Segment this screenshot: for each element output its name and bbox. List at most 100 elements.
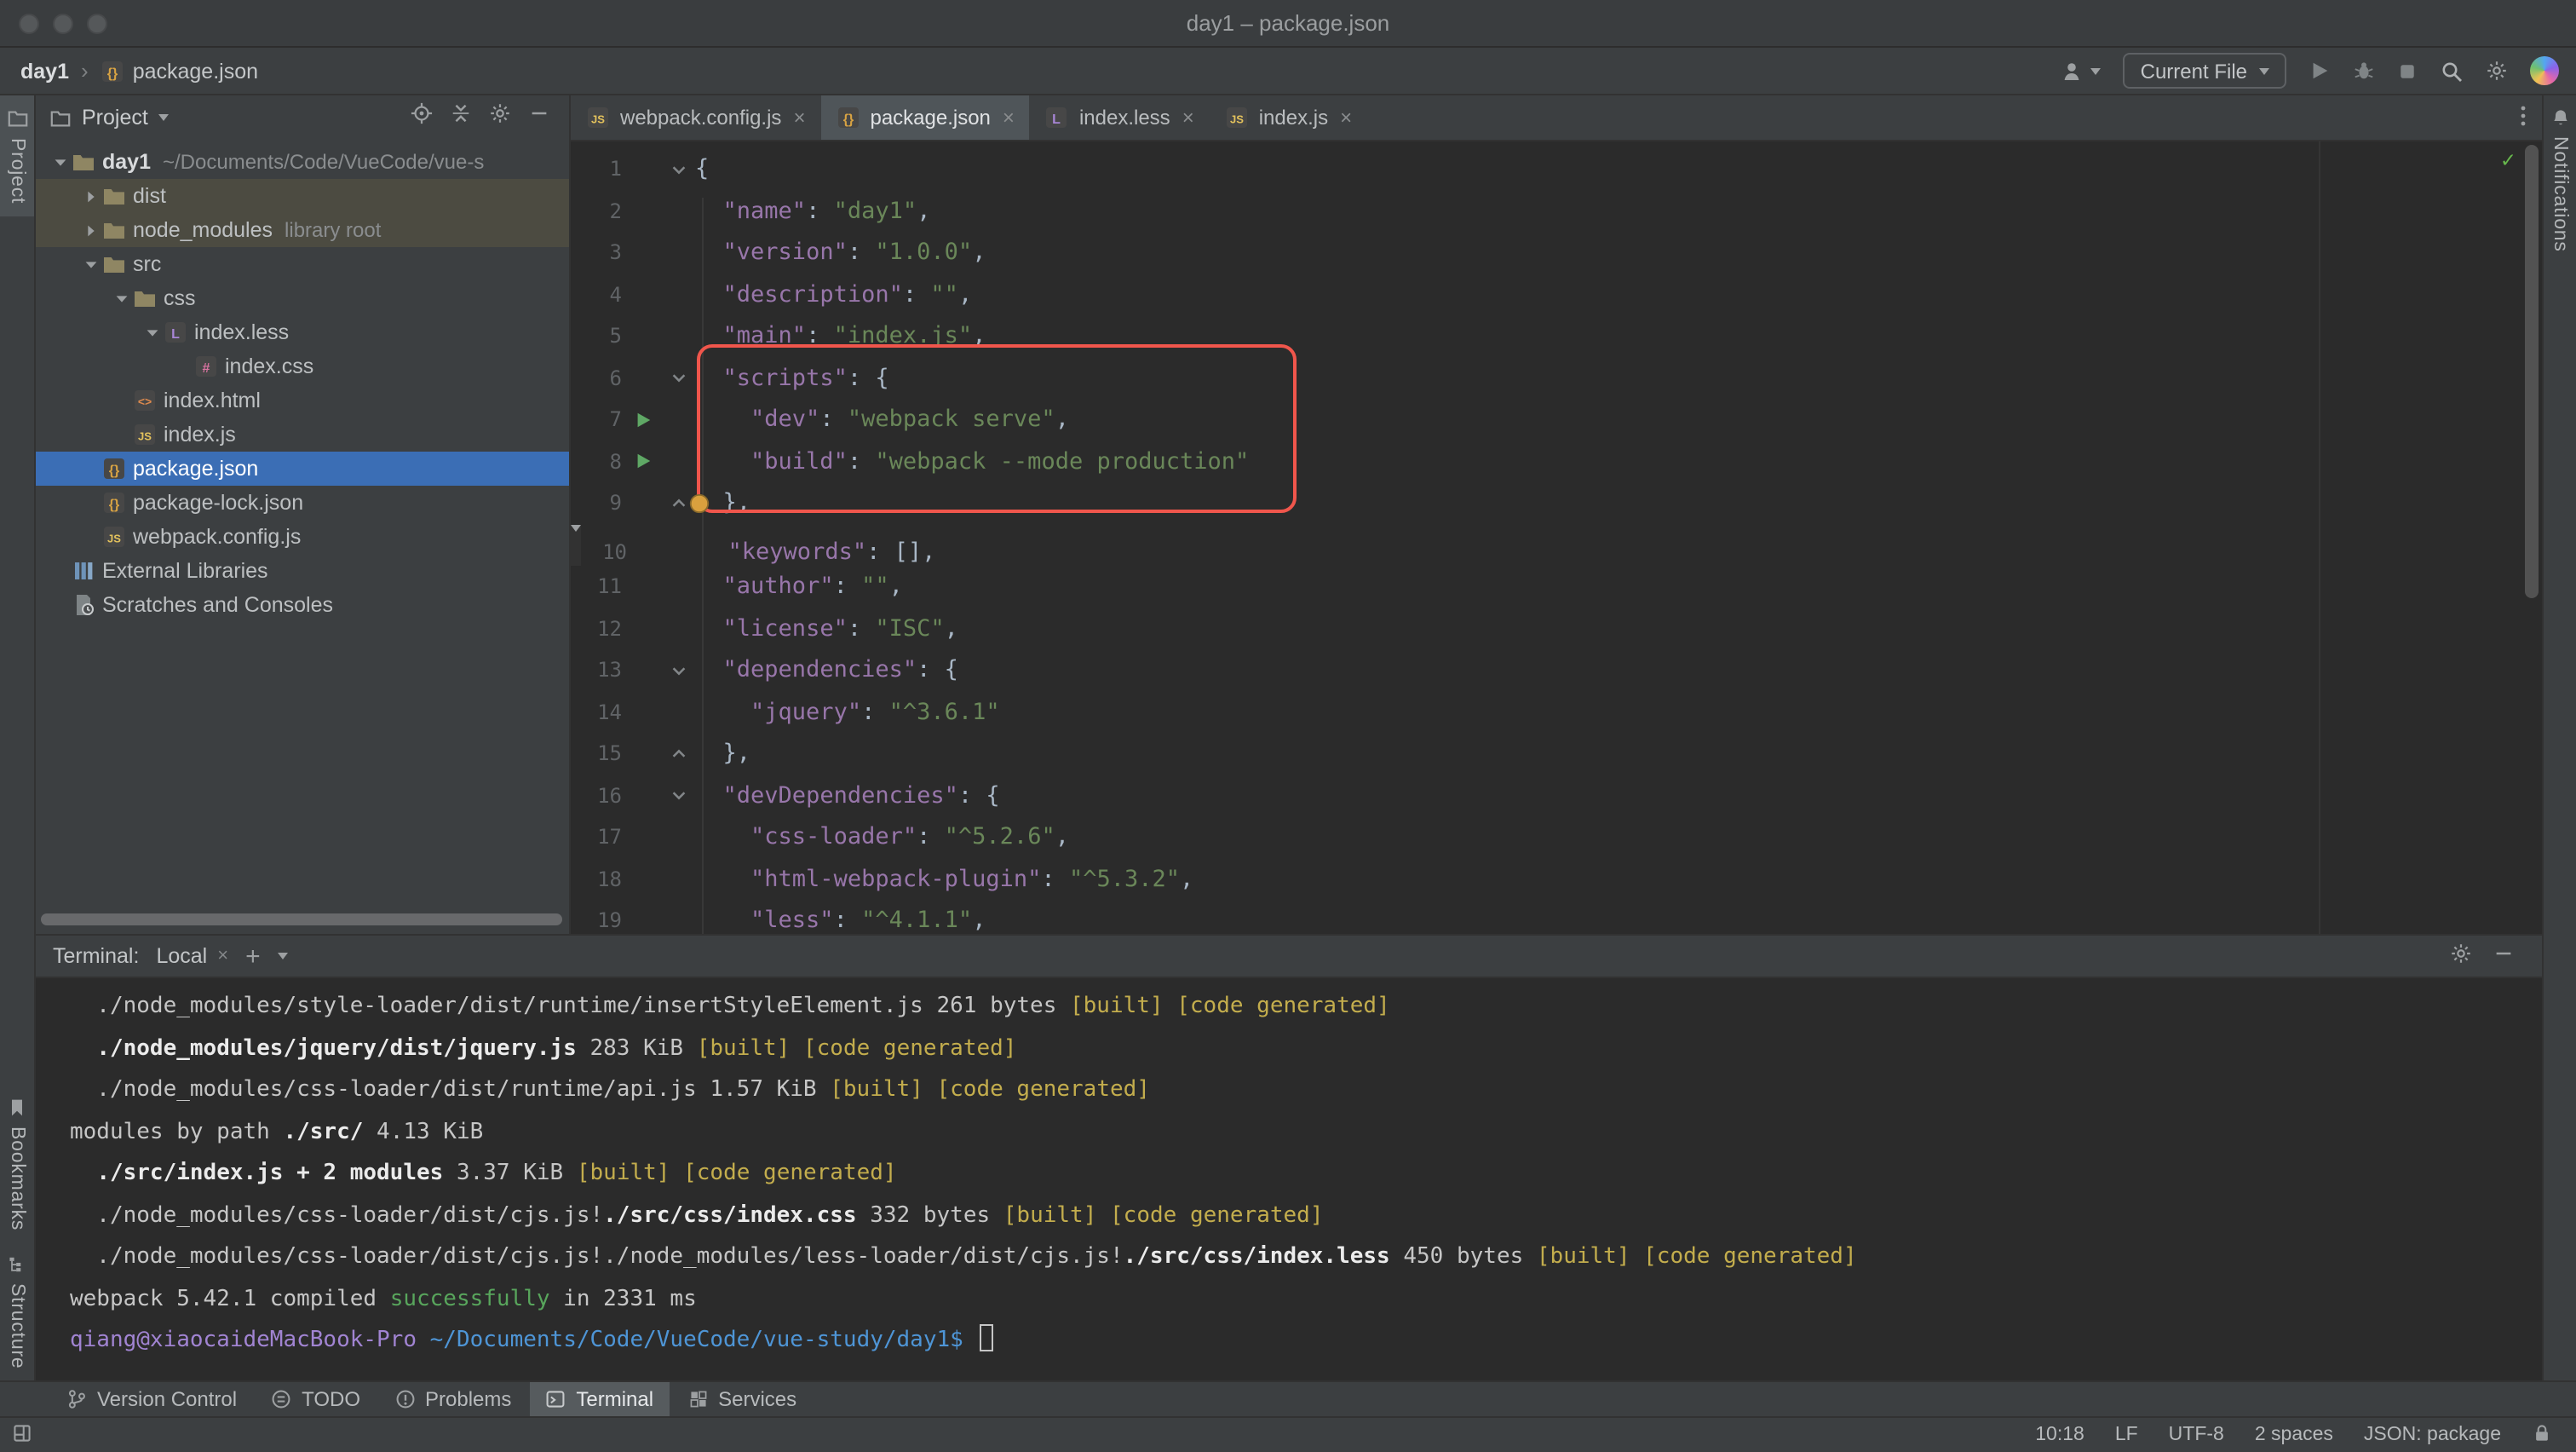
line-number[interactable]: 12 xyxy=(571,608,622,649)
editor-tab-index-js[interactable]: JSindex.js× xyxy=(1210,95,1367,140)
chevron-right-icon[interactable] xyxy=(80,221,102,239)
locate-file-button[interactable] xyxy=(411,102,433,133)
project-horizontal-scrollbar[interactable] xyxy=(41,913,562,925)
settings-button[interactable] xyxy=(2486,60,2508,82)
breadcrumb-item-package-json[interactable]: {}package.json xyxy=(101,59,258,83)
panel-settings-button[interactable] xyxy=(489,102,511,133)
line-number[interactable]: 3 xyxy=(571,232,622,274)
line-number[interactable]: 16 xyxy=(571,775,622,816)
run-button[interactable] xyxy=(2309,60,2331,82)
tool-stripe-button-project[interactable]: Project xyxy=(0,95,34,216)
toolwindow-button-services[interactable]: Services xyxy=(672,1382,812,1416)
toolwindow-button-todo[interactable]: TODO xyxy=(256,1382,376,1416)
terminal-sessions-dropdown-icon[interactable] xyxy=(278,953,288,959)
code-line[interactable]: 1{ xyxy=(571,148,2542,190)
editor-tab-package-json[interactable]: {}package.json× xyxy=(820,95,1029,140)
write-access-lock-icon[interactable] xyxy=(2532,1422,2552,1448)
line-number[interactable]: 6 xyxy=(571,357,622,399)
chevron-down-icon[interactable] xyxy=(141,323,164,342)
tool-window-switcher-icon[interactable] xyxy=(12,1422,32,1448)
code-line[interactable]: 14 "jquery": "^3.6.1" xyxy=(571,691,2542,733)
fold-down-icon[interactable] xyxy=(670,369,688,388)
hide-terminal-button[interactable] xyxy=(2493,942,2515,970)
code-line[interactable]: 17 "css-loader": "^5.2.6", xyxy=(571,816,2542,858)
account-avatar[interactable] xyxy=(2530,56,2559,85)
code-line[interactable]: 5 "main": "index.js", xyxy=(571,315,2542,357)
terminal-output[interactable]: ./node_modules/style-loader/dist/runtime… xyxy=(36,978,2542,1380)
code-line[interactable]: 9 }, xyxy=(571,482,2542,524)
code-line[interactable]: 3 "version": "1.0.0", xyxy=(571,232,2542,274)
fold-down-icon[interactable] xyxy=(670,786,688,805)
close-window-button[interactable] xyxy=(19,13,39,33)
code-line[interactable]: 6 "scripts": { xyxy=(571,357,2542,399)
tree-item-day1[interactable]: day1~/Documents/Code/VueCode/vue-s xyxy=(36,145,569,179)
code-line[interactable]: 10 "keywords": [], xyxy=(571,524,581,566)
line-number[interactable]: 1 xyxy=(571,148,622,190)
line-number[interactable]: 17 xyxy=(571,816,622,858)
line-number[interactable]: 11 xyxy=(571,566,622,608)
tool-stripe-button-notifications[interactable]: Notifications xyxy=(2544,95,2576,264)
toolwindow-button-version-control[interactable]: Version Control xyxy=(51,1382,252,1416)
editor-tab-index-less[interactable]: Lindex.less× xyxy=(1030,95,1210,140)
breadcrumb-item-day1[interactable]: day1 xyxy=(20,59,69,83)
terminal-tab-local[interactable]: Local× xyxy=(156,944,228,968)
editor-tab-webpack-config-js[interactable]: JSwebpack.config.js× xyxy=(571,95,820,140)
project-panel-title[interactable]: Project xyxy=(82,106,148,130)
status-item-10-18[interactable]: 10:18 xyxy=(2035,1425,2084,1445)
chevron-down-icon[interactable] xyxy=(111,289,133,308)
code-line[interactable]: 19 "less": "^4.1.1", xyxy=(571,900,2542,934)
tree-item-css[interactable]: css xyxy=(36,281,569,315)
line-number[interactable]: 14 xyxy=(571,691,622,733)
close-tab-icon[interactable]: × xyxy=(1182,106,1194,130)
tabs-options-icon[interactable] xyxy=(2504,103,2542,132)
run-configuration-select[interactable]: Current File xyxy=(2124,53,2286,89)
tree-item-node-modules[interactable]: node_moduleslibrary root xyxy=(36,213,569,247)
tree-item-index-less[interactable]: Lindex.less xyxy=(36,315,569,349)
stop-button[interactable] xyxy=(2397,60,2418,81)
line-number[interactable]: 2 xyxy=(571,190,622,232)
terminal-settings-button[interactable] xyxy=(2450,942,2472,970)
line-number[interactable]: 7 xyxy=(571,399,622,441)
tree-item-index-html[interactable]: <>index.html xyxy=(36,383,569,418)
code-line[interactable]: 8 "build": "webpack --mode production" xyxy=(571,441,2542,482)
line-number[interactable]: 19 xyxy=(571,900,622,934)
code-line[interactable]: 13 "dependencies": { xyxy=(571,649,2542,691)
tool-stripe-button-structure[interactable]: Structure xyxy=(0,1242,34,1380)
tree-item-webpack-config-js[interactable]: JSwebpack.config.js xyxy=(36,520,569,554)
code-line[interactable]: 2 "name": "day1", xyxy=(571,190,2542,232)
editor-scrollbar[interactable] xyxy=(2525,145,2539,598)
minimize-window-button[interactable] xyxy=(53,13,73,33)
new-terminal-session-button[interactable]: + xyxy=(245,943,261,969)
code-line[interactable]: 15 }, xyxy=(571,733,2542,775)
line-number[interactable]: 18 xyxy=(571,858,622,900)
tree-item-index-js[interactable]: JSindex.js xyxy=(36,418,569,452)
line-number[interactable]: 15 xyxy=(571,733,622,775)
debug-button[interactable] xyxy=(2353,60,2375,82)
tree-item-package-json[interactable]: {}package.json xyxy=(36,452,569,486)
chevron-down-icon[interactable] xyxy=(80,255,102,274)
fold-up-icon[interactable] xyxy=(670,494,688,513)
tree-item-package-lock-json[interactable]: {}package-lock.json xyxy=(36,486,569,520)
line-number[interactable]: 5 xyxy=(571,315,622,357)
line-number[interactable]: 4 xyxy=(571,274,622,315)
collapse-all-button[interactable] xyxy=(450,102,472,133)
line-number[interactable]: 9 xyxy=(571,482,622,524)
code-line[interactable]: 4 "description": "", xyxy=(571,274,2542,315)
run-script-icon[interactable] xyxy=(633,411,652,429)
user-dropdown-button[interactable] xyxy=(2062,59,2102,83)
hide-panel-button[interactable] xyxy=(528,102,550,133)
code-line[interactable]: 18 "html-webpack-plugin": "^5.3.2", xyxy=(571,858,2542,900)
status-item-json-package[interactable]: JSON: package xyxy=(2364,1425,2501,1445)
chevron-right-icon[interactable] xyxy=(80,187,102,205)
chevron-down-icon[interactable] xyxy=(49,153,72,171)
status-item-utf-8[interactable]: UTF-8 xyxy=(2169,1425,2224,1445)
toolwindow-button-problems[interactable]: Problems xyxy=(379,1382,526,1416)
fold-up-icon[interactable] xyxy=(670,745,688,763)
status-item-lf[interactable]: LF xyxy=(2115,1425,2138,1445)
line-number[interactable]: 8 xyxy=(571,441,622,482)
code-line[interactable]: 7 "dev": "webpack serve", xyxy=(571,399,2542,441)
close-terminal-tab-icon[interactable]: × xyxy=(217,946,228,966)
tree-item-index-css[interactable]: #index.css xyxy=(36,349,569,383)
tree-item-scratches-and-consoles[interactable]: Scratches and Consoles xyxy=(36,588,569,622)
status-item-2-spaces[interactable]: 2 spaces xyxy=(2255,1425,2333,1445)
